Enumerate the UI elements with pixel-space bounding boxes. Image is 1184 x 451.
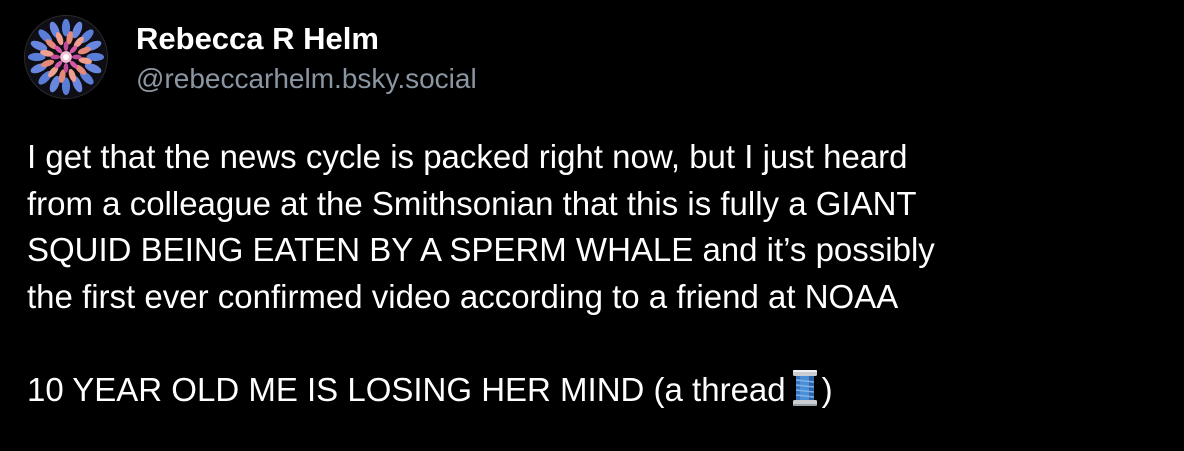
jellyfish-avatar-icon [25, 16, 107, 98]
post-text-line: SQUID BEING EATEN BY A SPERM WHALE and i… [27, 231, 935, 268]
post-text-segment: 10 YEAR OLD ME IS LOSING HER MIND (a thr… [27, 370, 786, 408]
author-handle[interactable]: @rebeccarhelm.bsky.social [136, 61, 477, 97]
author-avatar[interactable] [24, 15, 108, 99]
author-display-name[interactable]: Rebecca R Helm [136, 20, 379, 58]
post-text-segment: ) [821, 370, 833, 408]
post-text-line: I get that the news cycle is packed righ… [27, 138, 908, 175]
spool-of-thread-icon [790, 368, 820, 408]
post-text-line: from a colleague at the Smithsonian that… [27, 184, 917, 222]
post-text-last-line: 10 YEAR OLD ME IS LOSING HER MIND (a thr… [27, 367, 1167, 414]
post-text-line: the first ever confirmed video according… [27, 277, 899, 315]
post-card: Rebecca R Helm @rebeccarhelm.bsky.social… [0, 0, 1184, 451]
post-text: I get that the news cycle is packed righ… [27, 134, 1167, 413]
paragraph-break [27, 320, 1167, 367]
